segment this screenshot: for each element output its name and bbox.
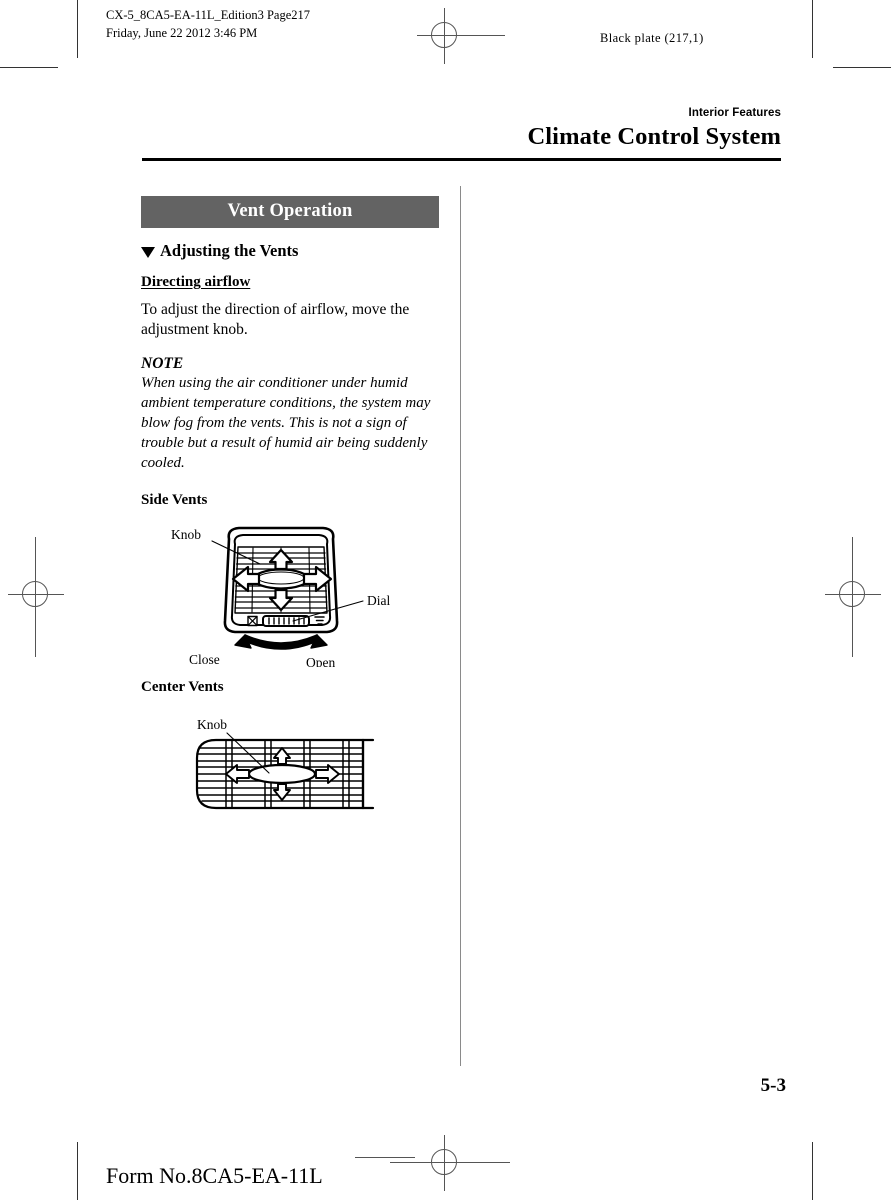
registration-mark-right-center bbox=[825, 567, 881, 623]
document-meta: CX-5_8CA5-EA-11L_Edition3 Page217 Friday… bbox=[106, 6, 310, 42]
figure-center-vent: Knob bbox=[141, 704, 439, 839]
registration-mark-left-center bbox=[8, 567, 64, 623]
registration-mark-bottom-center bbox=[417, 1135, 473, 1191]
page-number: 5-3 bbox=[760, 1075, 786, 1096]
note-body: When using the air conditioner under hum… bbox=[141, 375, 431, 472]
side-vent-callout-close: Close bbox=[189, 652, 220, 667]
center-vent-callout-knob: Knob bbox=[197, 717, 227, 732]
black-plate-label: Black plate (217,1) bbox=[600, 31, 704, 45]
registration-extension-bottom-right bbox=[460, 1162, 510, 1163]
heading-directing-airflow: Directing airflow bbox=[141, 274, 251, 290]
document-meta-line2: Friday, June 22 2012 3:46 PM bbox=[106, 26, 258, 41]
section-banner: Vent Operation bbox=[141, 196, 439, 228]
registration-extension-top bbox=[445, 35, 505, 36]
note-label: NOTE bbox=[141, 355, 184, 373]
header-rule bbox=[142, 158, 781, 161]
side-vent-callout-dial: Dial bbox=[367, 593, 390, 608]
registration-extension-form-rule bbox=[355, 1157, 415, 1158]
heading-adjusting-the-vents-label: Adjusting the Vents bbox=[160, 241, 299, 260]
registration-extension-bottom-left bbox=[390, 1162, 430, 1163]
running-head-chapter: Climate Control System bbox=[527, 123, 781, 150]
side-vent-callout-open: Open bbox=[306, 655, 335, 667]
subheading-side-vents: Side Vents bbox=[141, 491, 208, 508]
content-column: Vent Operation Adjusting the Vents Direc… bbox=[141, 196, 439, 839]
crop-mark-top-right-vertical bbox=[812, 0, 813, 58]
crop-mark-top-left-horizontal bbox=[0, 67, 58, 68]
triangle-down-icon bbox=[141, 246, 155, 258]
registration-extension-left bbox=[35, 537, 36, 657]
column-divider bbox=[460, 186, 461, 1066]
running-head: Interior Features Climate Control System bbox=[527, 107, 781, 151]
crop-mark-bottom-right-vertical bbox=[812, 1142, 813, 1200]
crop-mark-top-left-vertical bbox=[77, 0, 78, 58]
side-vent-callout-knob: Knob bbox=[171, 527, 201, 542]
form-number: Form No.8CA5-EA-11L bbox=[106, 1163, 323, 1188]
document-meta-line1: CX-5_8CA5-EA-11L_Edition3 Page217 bbox=[106, 8, 311, 22]
registration-mark-top-center bbox=[417, 8, 473, 64]
body-paragraph: To adjust the direction of airflow, move… bbox=[141, 301, 410, 339]
crop-mark-bottom-left-vertical bbox=[77, 1142, 78, 1200]
running-head-section: Interior Features bbox=[688, 107, 781, 119]
crop-mark-top-right-horizontal bbox=[833, 67, 891, 68]
subheading-center-vents: Center Vents bbox=[141, 678, 224, 695]
figure-side-vent: Knob Dial Close Open bbox=[141, 517, 439, 670]
heading-adjusting-the-vents: Adjusting the Vents bbox=[141, 241, 439, 261]
registration-extension-right bbox=[852, 537, 853, 657]
